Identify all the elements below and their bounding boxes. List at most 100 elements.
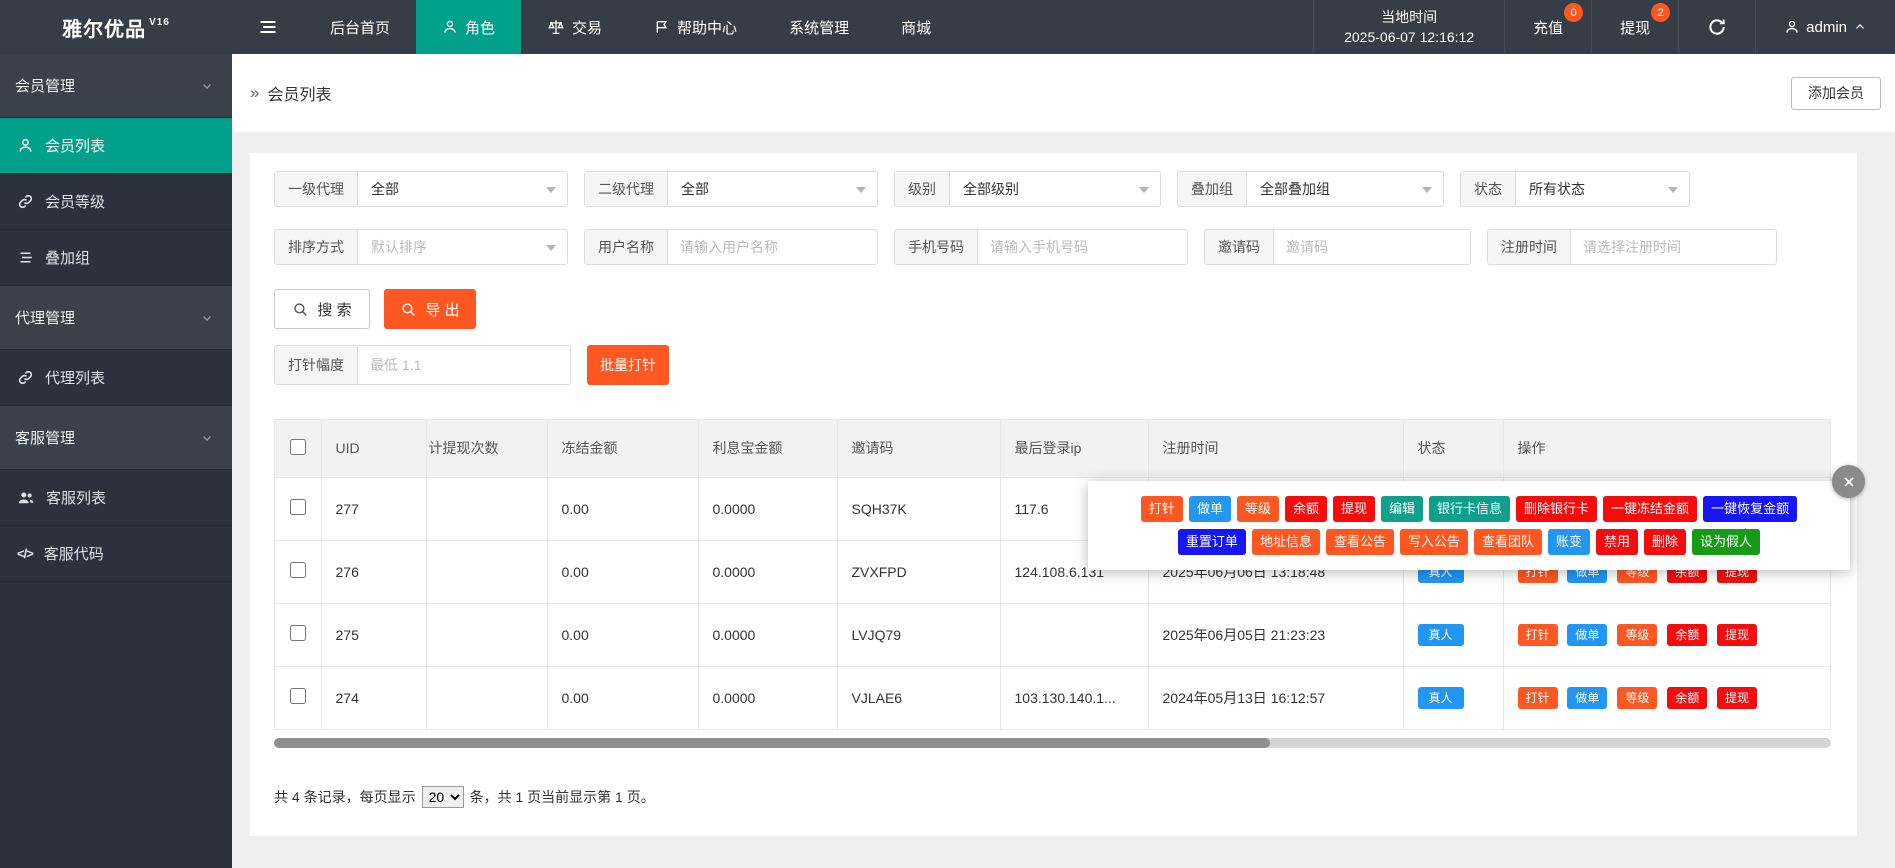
nav-item-mall[interactable]: 商城 — [875, 0, 957, 54]
level-action-button[interactable]: 等级 — [1617, 687, 1657, 709]
row-checkbox[interactable] — [290, 688, 306, 704]
status-select[interactable]: 所有状态 — [1516, 172, 1689, 206]
search-button[interactable]: 搜 索 — [274, 289, 370, 329]
level1-agent-select[interactable]: 全部 — [358, 172, 567, 206]
row-checkbox[interactable] — [290, 625, 306, 641]
sidebar-section-member-management[interactable]: 会员管理 — [0, 54, 232, 118]
cell-withdraw-count — [426, 540, 547, 603]
popup-level-button[interactable]: 等级 — [1237, 496, 1279, 522]
popup-delete-button[interactable]: 删除 — [1644, 529, 1686, 555]
cell-reg-time: 2025年06月05日 21:23:23 — [1148, 603, 1403, 666]
filter-username: 用户名称 — [584, 229, 878, 265]
sidebar-section-service-management[interactable]: 客服管理 — [0, 406, 232, 470]
list-icon — [17, 249, 34, 266]
sidebar-item-service-code[interactable]: </> 客服代码 — [0, 526, 232, 582]
popup-inject-button[interactable]: 打针 — [1141, 496, 1183, 522]
pagination-prefix: 共 4 条记录，每页显示 — [274, 787, 416, 807]
user-menu[interactable]: admin — [1755, 0, 1895, 54]
nav-item-dashboard[interactable]: 后台首页 — [304, 0, 416, 54]
filter-label: 叠加组 — [1178, 172, 1247, 206]
sidebar: 会员管理 会员列表 会员等级 叠加组 代理管理 — [0, 54, 232, 868]
refresh-button[interactable] — [1678, 0, 1755, 54]
sidebar-item-member-level[interactable]: 会员等级 — [0, 174, 232, 230]
user-icon — [1784, 19, 1800, 35]
sidebar-section-agent-management[interactable]: 代理管理 — [0, 286, 232, 350]
filter-status: 状态 所有状态 — [1460, 171, 1690, 207]
inject-action-button[interactable]: 打针 — [1518, 687, 1558, 709]
overlay-group-select[interactable]: 全部叠加组 — [1247, 172, 1443, 206]
chevron-up-icon — [1853, 20, 1867, 34]
phone-input[interactable] — [978, 230, 1187, 264]
row-checkbox[interactable] — [290, 499, 306, 515]
level-select[interactable]: 全部级别 — [950, 172, 1160, 206]
popup-delete-bank-card-button[interactable]: 删除银行卡 — [1516, 496, 1597, 522]
popup-view-notice-button[interactable]: 查看公告 — [1326, 529, 1394, 555]
recharge-label: 充值 — [1533, 17, 1563, 38]
withdraw-button[interactable]: 提现 2 — [1591, 0, 1678, 54]
header-frozen: 冻结金额 — [547, 420, 698, 477]
status-badge: 真人 — [1418, 624, 1464, 646]
sidebar-item-member-list[interactable]: 会员列表 — [0, 118, 232, 174]
popup-freeze-balance-button[interactable]: 一键冻结金额 — [1603, 496, 1697, 522]
popup-edit-button[interactable]: 编辑 — [1381, 496, 1423, 522]
popup-balance-button[interactable]: 余额 — [1285, 496, 1327, 522]
cell-reg-time: 2024年05月13日 16:12:57 — [1148, 666, 1403, 729]
popup-restore-balance-button[interactable]: 一键恢复金额 — [1703, 496, 1797, 522]
popup-make-order-button[interactable]: 做单 — [1189, 496, 1231, 522]
popup-reset-orders-button[interactable]: 重置订单 — [1178, 529, 1246, 555]
balance-action-button[interactable]: 余额 — [1667, 687, 1707, 709]
per-page-select[interactable]: 20 — [422, 786, 464, 808]
row-actions-popup: 打针 做单 等级 余额 提现 编辑 银行卡信息 删除银行卡 一键冻结金额 一键恢… — [1088, 481, 1850, 570]
popup-write-notice-button[interactable]: 写入公告 — [1400, 529, 1468, 555]
popup-account-changes-button[interactable]: 账变 — [1548, 529, 1590, 555]
popup-disable-button[interactable]: 禁用 — [1596, 529, 1638, 555]
nav-item-trade[interactable]: 交易 — [521, 0, 628, 54]
add-member-button[interactable]: 添加会员 — [1791, 77, 1881, 110]
invite-code-input[interactable] — [1274, 230, 1470, 264]
popup-withdraw-button[interactable]: 提现 — [1333, 496, 1375, 522]
sort-select[interactable]: 默认排序 — [358, 230, 567, 264]
level-action-button[interactable]: 等级 — [1617, 624, 1657, 646]
sidebar-item-label: 客服列表 — [46, 487, 106, 508]
popup-view-team-button[interactable]: 查看团队 — [1474, 529, 1542, 555]
popup-close-button[interactable] — [1832, 465, 1865, 498]
select-all-checkbox[interactable] — [290, 439, 306, 455]
cell-uid: 275 — [321, 603, 426, 666]
filter-sort: 排序方式 默认排序 — [274, 229, 568, 265]
cell-frozen: 0.00 — [547, 477, 698, 540]
sidebar-item-label: 客服代码 — [44, 543, 104, 564]
cell-uid: 276 — [321, 540, 426, 603]
popup-set-fake-button[interactable]: 设为假人 — [1692, 529, 1760, 555]
level2-agent-select[interactable]: 全部 — [668, 172, 877, 206]
topbar-right: 当地时间 2025-06-07 12:16:12 充值 0 提现 2 adm — [1313, 0, 1895, 54]
cell-frozen: 0.00 — [547, 666, 698, 729]
sidebar-item-overlay-group[interactable]: 叠加组 — [0, 230, 232, 286]
balance-action-button[interactable]: 余额 — [1667, 624, 1707, 646]
withdraw-action-button[interactable]: 提现 — [1717, 687, 1757, 709]
sidebar-toggle-button[interactable] — [232, 0, 304, 54]
nav-item-roles[interactable]: 角色 — [416, 0, 521, 54]
recharge-button[interactable]: 充值 0 — [1504, 0, 1591, 54]
header-invite: 邀请码 — [837, 420, 1000, 477]
reg-time-input[interactable] — [1571, 230, 1776, 264]
horizontal-scrollbar-thumb[interactable] — [274, 738, 1270, 748]
export-button[interactable]: 导 出 — [384, 289, 476, 329]
popup-address-info-button[interactable]: 地址信息 — [1252, 529, 1320, 555]
withdraw-action-button[interactable]: 提现 — [1717, 624, 1757, 646]
withdraw-label: 提现 — [1620, 17, 1650, 38]
nav-item-help-center[interactable]: 帮助中心 — [628, 0, 763, 54]
inject-range-input[interactable] — [358, 346, 570, 384]
cell-status: 真人 — [1403, 603, 1503, 666]
inject-action-button[interactable]: 打针 — [1518, 624, 1558, 646]
nav-item-system[interactable]: 系统管理 — [763, 0, 875, 54]
sidebar-item-service-list[interactable]: 客服列表 — [0, 470, 232, 526]
filter-row-2: 排序方式 默认排序 用户名称 手机号码 邀请码 — [274, 229, 1833, 265]
make-order-action-button[interactable]: 做单 — [1567, 687, 1607, 709]
header-last-ip: 最后登录ip — [1000, 420, 1148, 477]
row-checkbox[interactable] — [290, 562, 306, 578]
sidebar-item-agent-list[interactable]: 代理列表 — [0, 350, 232, 406]
make-order-action-button[interactable]: 做单 — [1567, 624, 1607, 646]
batch-inject-button[interactable]: 批量打针 — [587, 345, 669, 385]
username-input[interactable] — [668, 230, 877, 264]
popup-bank-card-info-button[interactable]: 银行卡信息 — [1429, 496, 1510, 522]
